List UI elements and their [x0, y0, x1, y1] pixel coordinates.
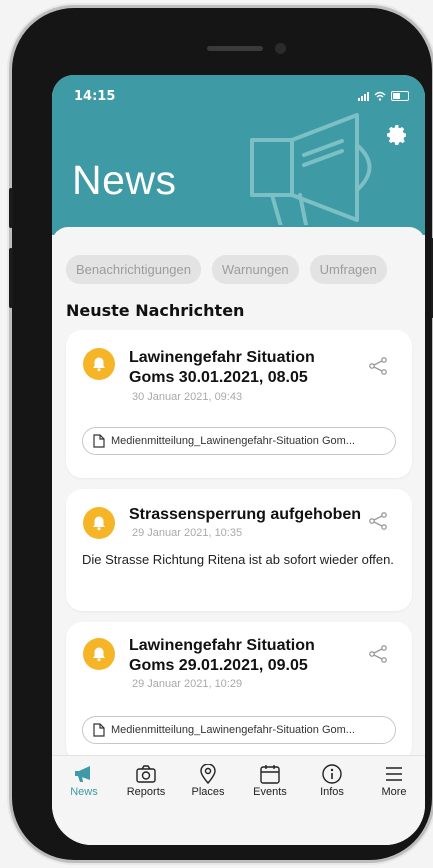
front-camera	[275, 43, 286, 54]
page-title: News	[72, 157, 177, 203]
wifi-icon	[374, 91, 386, 101]
news-card[interactable]: Strassensperrung aufgehoben 29 Januar 20…	[66, 489, 412, 611]
tab-infos[interactable]: Infos	[302, 764, 362, 798]
settings-gear-icon[interactable]	[385, 123, 409, 147]
card-title: Lawinengefahr Situation Goms 30.01.2021,…	[129, 349, 315, 386]
tab-places[interactable]: Places	[178, 764, 238, 798]
news-feed[interactable]: Benachrichtigungen Warnungen Umfragen Ne…	[52, 227, 425, 767]
card-date: 29 Januar 2021, 10:35	[132, 527, 243, 539]
bell-icon	[83, 348, 115, 380]
section-title: Neuste Nachrichten	[66, 301, 245, 320]
camera-icon	[136, 765, 156, 783]
filter-chip-umfragen[interactable]: Umfragen	[309, 255, 387, 284]
tab-reports[interactable]: Reports	[116, 764, 176, 798]
notch	[157, 16, 337, 72]
info-icon	[322, 764, 342, 784]
attachment-link[interactable]: Medienmitteilung_Lawinengefahr-Situation…	[82, 427, 396, 455]
card-title: Lawinengefahr Situation Goms 29.01.2021,…	[129, 637, 315, 674]
news-card[interactable]: Lawinengefahr Situation Goms 30.01.2021,…	[66, 330, 412, 478]
bell-icon	[83, 507, 115, 539]
calendar-icon	[260, 765, 280, 784]
filter-chips: Benachrichtigungen Warnungen Umfragen	[66, 255, 387, 284]
share-icon[interactable]	[368, 644, 388, 664]
filter-chip-benachrichtigungen[interactable]: Benachrichtigungen	[66, 255, 201, 284]
tab-label: Places	[191, 786, 225, 798]
battery-icon	[391, 91, 409, 101]
status-icons	[358, 91, 409, 101]
menu-icon	[386, 767, 402, 781]
mute-switch	[9, 188, 13, 228]
attachment-link[interactable]: Medienmitteilung_Lawinengefahr-Situation…	[82, 716, 396, 744]
share-icon[interactable]	[368, 356, 388, 376]
tab-news[interactable]: News	[54, 764, 114, 798]
bell-icon	[83, 638, 115, 670]
tab-label: Events	[253, 786, 287, 798]
news-card[interactable]: Lawinengefahr Situation Goms 29.01.2021,…	[66, 622, 412, 762]
card-body: Die Strasse Richtung Ritena ist ab sofor…	[82, 552, 394, 567]
card-date: 29 Januar 2021, 10:29	[132, 678, 243, 690]
tab-more[interactable]: More	[364, 764, 424, 798]
card-date: 30 Januar 2021, 09:43	[132, 391, 243, 403]
attachment-filename: Medienmitteilung_Lawinengefahr-Situation…	[111, 724, 355, 736]
tab-label: Infos	[320, 786, 344, 798]
phone-frame: 14:15 News Benachrichtigungen Warnungen …	[9, 8, 433, 860]
card-title: Strassensperrung aufgehoben	[129, 506, 362, 523]
header: 14:15 News	[52, 75, 425, 235]
filter-chip-warnungen[interactable]: Warnungen	[211, 255, 299, 284]
signal-icon	[358, 91, 369, 101]
document-icon	[93, 434, 105, 448]
tab-label: News	[70, 786, 98, 798]
volume-up-button	[9, 248, 13, 308]
document-icon	[93, 723, 105, 737]
tab-bar: News Reports Places Events Infos More	[52, 755, 425, 845]
attachment-filename: Medienmitteilung_Lawinengefahr-Situation…	[111, 435, 355, 447]
status-time: 14:15	[74, 89, 116, 104]
megaphone-icon	[250, 113, 372, 225]
app-screen: 14:15 News Benachrichtigungen Warnungen …	[52, 75, 425, 845]
map-pin-icon	[200, 764, 216, 784]
share-icon[interactable]	[368, 511, 388, 531]
speaker-grille	[207, 46, 263, 51]
tab-label: Reports	[126, 786, 166, 798]
tab-events[interactable]: Events	[240, 764, 300, 798]
megaphone-icon	[75, 766, 90, 782]
tab-label: More	[381, 786, 407, 798]
